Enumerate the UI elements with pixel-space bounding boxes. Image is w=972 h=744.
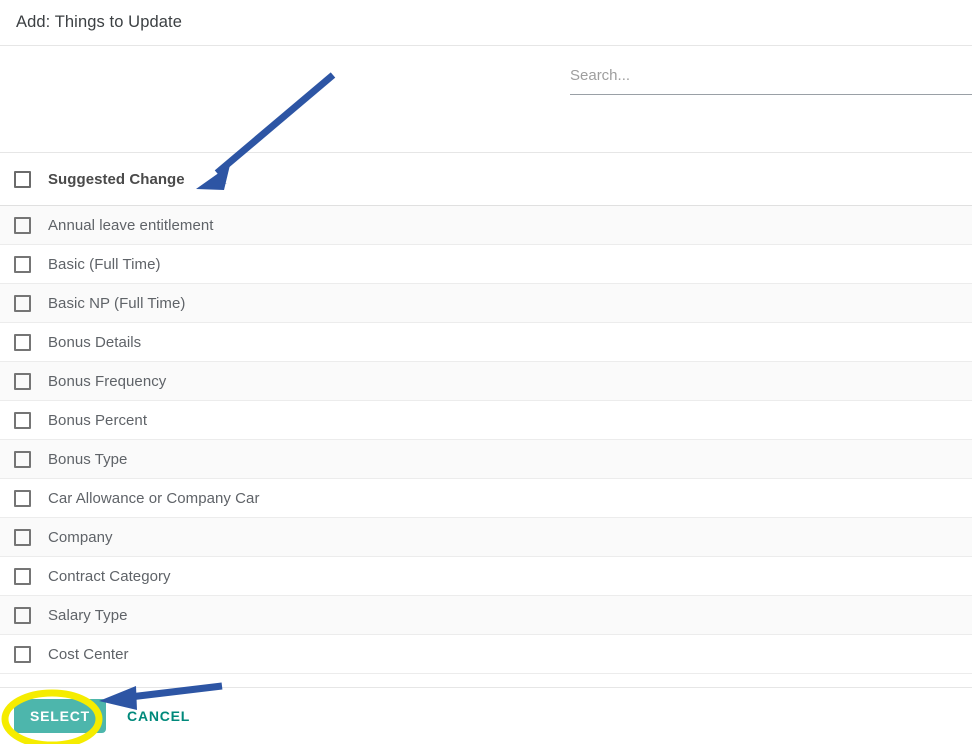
add-things-to-update-dialog: Add: Things to Update Suggested Change A… [0,0,972,744]
row-label: Annual leave entitlement [48,216,214,234]
table-row[interactable]: Basic NP (Full Time) [0,284,972,323]
select-all-checkbox[interactable] [14,170,31,188]
row-label: Basic (Full Time) [48,255,161,273]
row-checkbox[interactable] [14,255,31,273]
table-row[interactable]: Cost Center [0,635,972,674]
row-label: Bonus Frequency [48,372,167,390]
row-label: Company [48,528,113,546]
row-checkbox[interactable] [14,216,31,234]
row-checkbox[interactable] [14,606,31,624]
table-row[interactable]: Basic (Full Time) [0,245,972,284]
dialog-footer: SELECT CANCEL [0,687,972,744]
row-checkbox[interactable] [14,294,31,312]
row-label: Car Allowance or Company Car [48,489,260,507]
table-row[interactable]: Bonus Percent [0,401,972,440]
search-field-wrapper [570,63,972,105]
row-label: Bonus Details [48,333,142,351]
table-row[interactable]: Bonus Frequency [0,362,972,401]
search-area [0,46,972,152]
table-row[interactable]: Annual leave entitlement [0,206,972,245]
table-header-row: Suggested Change [0,153,972,206]
row-checkbox[interactable] [14,450,31,468]
dialog-title-bar: Add: Things to Update [0,0,972,46]
select-button[interactable]: SELECT [14,699,107,733]
row-checkbox[interactable] [14,372,31,390]
table-row[interactable]: Car Allowance or Company Car [0,479,972,518]
row-checkbox[interactable] [14,567,31,585]
cancel-button[interactable]: CANCEL [123,699,194,733]
row-label: Contract Category [48,567,171,585]
table-row[interactable]: Bonus Type [0,440,972,479]
row-label: Salary Type [48,606,128,624]
table-body: Annual leave entitlement Basic (Full Time… [0,206,972,674]
dialog-title: Add: Things to Update [16,13,182,32]
row-checkbox[interactable] [14,333,31,351]
row-checkbox[interactable] [14,411,31,429]
search-input[interactable] [570,63,972,95]
row-label: Basic NP (Full Time) [48,294,186,312]
row-label: Bonus Percent [48,411,148,429]
suggested-change-table: Suggested Change Annual leave entitlemen… [0,152,972,687]
table-row[interactable]: Salary Type [0,596,972,635]
row-checkbox[interactable] [14,645,31,663]
row-checkbox[interactable] [14,489,31,507]
table-row[interactable]: Company [0,518,972,557]
row-label: Bonus Type [48,450,128,468]
table-row[interactable]: Bonus Details [0,323,972,362]
table-row[interactable]: Contract Category [0,557,972,596]
row-checkbox[interactable] [14,528,31,546]
column-header-suggested-change: Suggested Change [48,170,185,188]
row-label: Cost Center [48,645,129,663]
